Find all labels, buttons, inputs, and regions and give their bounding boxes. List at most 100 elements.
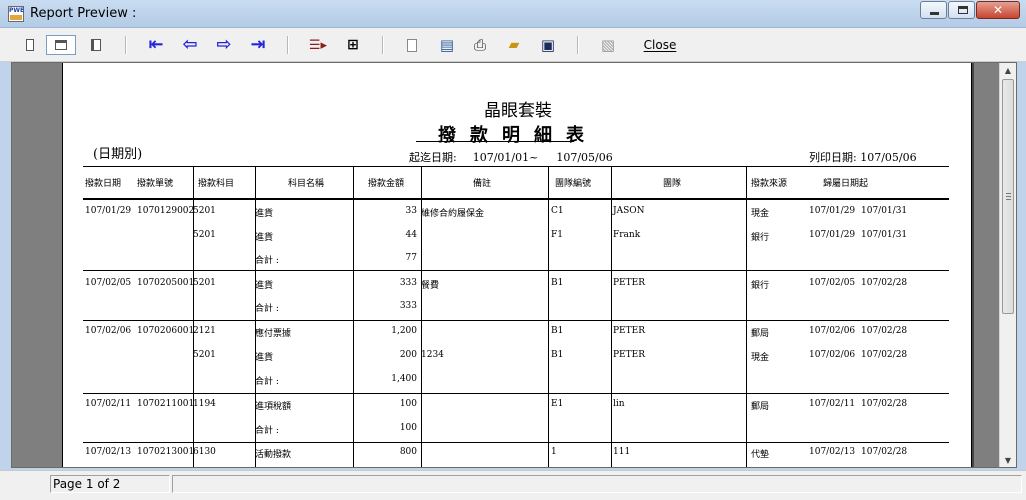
single-page-icon (26, 39, 34, 51)
company-name: 晶眼套裝 (484, 101, 552, 121)
cell-subject-name: 進貨 (255, 353, 274, 363)
toolbar: ⇤ ⇦ ⇨ ⇥ ☰▸ ⊞ ▤ ⎙ ▰ ▣ ▧ Close (0, 28, 1026, 62)
toolbar-separator (125, 36, 127, 54)
toolbar-separator (577, 36, 579, 54)
cell-team: lin (613, 399, 625, 409)
cell-date-to: 107/02/28 (861, 326, 908, 336)
title-bar: PWE Report Preview : ✕ (0, 0, 1026, 28)
cell-amount: 1,200 (391, 326, 417, 336)
cell-amount: 77 (405, 253, 417, 263)
cell-amount: 800 (399, 447, 417, 457)
grip-icon (1006, 193, 1011, 200)
header-top-rule (83, 166, 949, 167)
cell-team: Frank (613, 230, 641, 240)
cell-date-to: 107/01/31 (861, 230, 908, 240)
cell-date-from: 107/01/29 (809, 230, 856, 240)
cell-team-number: B1 (551, 350, 564, 360)
first-page-button[interactable]: ⇤ (146, 35, 166, 55)
cell-subject-name: 合計 : (255, 256, 279, 266)
column-header: 撥款單號 (137, 179, 174, 189)
cell-date-from: 107/02/13 (809, 447, 856, 457)
column-header: 科目名稱 (288, 179, 325, 189)
save-button[interactable]: ▣ (538, 35, 558, 55)
new-page-icon (407, 38, 417, 52)
goto-page-button[interactable]: ☰▸ (308, 35, 328, 55)
cell-date: 107/02/06 (85, 326, 132, 336)
preview-canvas: 晶眼套裝 撥款明細表 (日期別) 起迄日期: 107/01/01~ 107/05/0… (11, 62, 1017, 468)
maximize-button[interactable] (948, 1, 975, 19)
scroll-down-icon[interactable]: ▼ (1000, 453, 1016, 467)
cell-subject: 2121 (193, 326, 216, 336)
date-range: 起迄日期: 107/01/01~ 107/05/06 (409, 149, 613, 165)
find-icon: ⊞ (347, 37, 359, 53)
export-button[interactable]: ▤ (437, 35, 457, 55)
cell-number: 1070211001 (137, 399, 195, 409)
cell-team: PETER (613, 278, 645, 288)
cell-date-from: 107/02/11 (809, 399, 856, 409)
previous-page-icon: ⇦ (182, 34, 198, 55)
cell-date: 107/02/13 (85, 447, 132, 457)
cell-team: 111 (613, 447, 631, 457)
cell-subject-name: 進貨 (255, 281, 274, 291)
last-page-button[interactable]: ⇥ (248, 35, 268, 55)
open-icon: ▰ (508, 37, 520, 53)
cell-subject-name: 合計 : (255, 426, 279, 436)
cell-number: 1070205001 (137, 278, 195, 288)
two-page-button[interactable] (46, 35, 76, 55)
scroll-up-icon[interactable]: ▲ (1000, 63, 1016, 79)
single-page-button[interactable] (22, 35, 38, 55)
cell-subject-name: 進貨 (255, 233, 274, 243)
cell-date-to: 107/02/28 (861, 278, 908, 288)
status-bar: Page 1 of 2 (0, 470, 1026, 500)
find-button[interactable]: ⊞ (343, 35, 363, 55)
cell-team-number: F1 (551, 230, 563, 240)
cell-date: 107/01/29 (85, 206, 132, 216)
goto-page-icon: ☰▸ (308, 37, 328, 53)
report-title: 撥款明細表 (438, 125, 598, 146)
cell-team-number: E1 (551, 399, 564, 409)
close-window-button[interactable]: ✕ (976, 1, 1020, 19)
vertical-scrollbar[interactable]: ▲ ▼ (999, 63, 1016, 467)
new-page-button[interactable] (402, 35, 422, 55)
cell-team: PETER (613, 326, 645, 336)
cell-subject: 5201 (193, 230, 216, 240)
cell-amount: 333 (399, 278, 417, 288)
cell-amount: 100 (399, 399, 417, 409)
cell-source: 郵局 (751, 329, 770, 339)
scroll-thumb[interactable] (1002, 79, 1014, 314)
print-button[interactable]: ⎙ (470, 35, 490, 55)
header-bottom-rule (83, 198, 949, 200)
cell-subject: 5201 (193, 350, 216, 360)
column-header: 撥款來源 (751, 179, 788, 189)
cell-note: 餐費 (421, 281, 440, 291)
cell-source: 銀行 (751, 281, 770, 291)
cell-source: 銀行 (751, 233, 770, 243)
minimize-button[interactable] (920, 1, 947, 19)
cell-subject-name: 合計 : (255, 304, 279, 314)
page-width-button[interactable] (88, 35, 104, 55)
previous-page-button[interactable]: ⇦ (180, 35, 200, 55)
cell-amount: 200 (399, 350, 417, 360)
date-range-to: 107/05/06 (556, 151, 613, 164)
toolbar-separator (287, 36, 289, 54)
group-rule (83, 320, 949, 321)
column-header: 歸屬日期起 (823, 179, 869, 189)
column-divider (746, 167, 747, 467)
group-rule (83, 393, 949, 394)
next-page-button[interactable]: ⇨ (214, 35, 234, 55)
cell-date-from: 107/02/06 (809, 350, 856, 360)
close-button[interactable]: Close (642, 35, 678, 55)
cell-number: 1070206001 (137, 326, 195, 336)
cell-amount: 333 (399, 301, 417, 311)
cell-team-number: B1 (551, 326, 564, 336)
cell-subject: 5201 (193, 278, 216, 288)
column-header: 撥款日期 (85, 179, 122, 189)
next-page-icon: ⇨ (216, 34, 232, 55)
cell-subject-name: 合計 : (255, 377, 279, 387)
open-button[interactable]: ▰ (504, 35, 524, 55)
cell-source: 代墊 (751, 450, 770, 460)
first-page-icon: ⇤ (148, 34, 164, 55)
cell-subject-name: 進項稅額 (255, 402, 292, 412)
cell-date-from: 107/02/05 (809, 278, 856, 288)
save-icon: ▣ (540, 36, 556, 54)
